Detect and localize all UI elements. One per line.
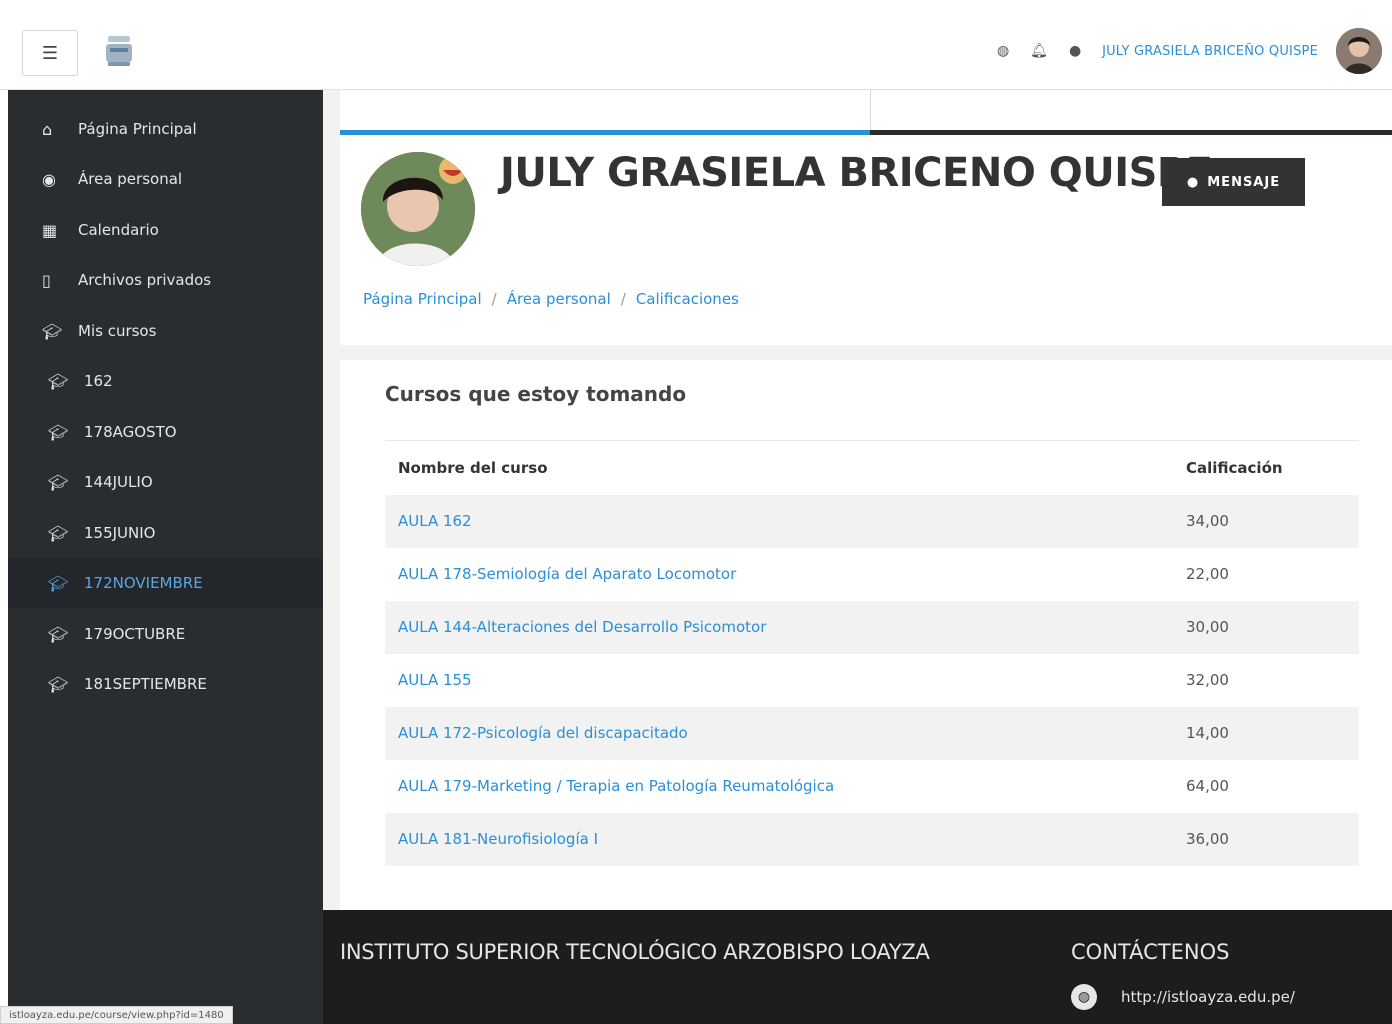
course-link[interactable]: AULA 144-Alteraciones del Desarrollo Psi… [385, 600, 1173, 654]
sidebar-item-label: Área personal [78, 170, 183, 188]
sidebar-item-label: 162 [84, 372, 113, 390]
graduation-cap-icon: 🎓︎ [48, 573, 69, 593]
sidebar-item-course-144julio[interactable]: 🎓︎ 144JULIO [8, 457, 323, 507]
breadcrumb-separator: / [620, 290, 626, 308]
sidebar-item-label: Calendario [78, 221, 159, 239]
course-link[interactable]: AULA 181-Neurofisiología I [385, 812, 1173, 866]
sidebar-item-label: Mis cursos [78, 322, 157, 340]
graduation-cap-icon: 🎓︎ [48, 472, 69, 492]
sidebar-item-pagina-principal[interactable]: ⌂ Página Principal [8, 104, 323, 154]
graduation-cap-icon: 🎓︎ [48, 422, 69, 442]
dashboard-icon: ◉ [42, 169, 56, 189]
graduation-cap-icon: 🎓︎ [48, 624, 69, 644]
table-row: AULA 181-Neurofisiología I 36,00 [385, 812, 1359, 866]
sidebar-item-label: Archivos privados [78, 271, 212, 289]
top-navbar: ☰ ◍ 🔔︎ ● JULY GRASIELA BRICEÑO QUISPE [0, 0, 1392, 90]
footer-contact-title: CONTÁCTENOS [1071, 940, 1230, 964]
navbar-user-area: ◍ 🔔︎ ● JULY GRASIELA BRICEÑO QUISPE [994, 26, 1382, 76]
home-icon: ⌂ [42, 119, 53, 139]
graduation-cap-icon: 🎓︎ [42, 321, 63, 341]
grades-card: Cursos que estoy tomando Nombre del curs… [340, 360, 1392, 910]
graduation-cap-icon: 🎓︎ [48, 371, 69, 391]
breadcrumb-item-pagina-principal[interactable]: Página Principal [363, 290, 482, 308]
message-button-label: MENSAJE [1207, 174, 1281, 190]
grade-value: 32,00 [1186, 671, 1229, 689]
footer-institution-name: INSTITUTO SUPERIOR TECNOLÓGICO ARZOBISPO… [340, 940, 930, 964]
course-link[interactable]: AULA 162 [385, 494, 1173, 548]
table-row: AULA 162 34,00 [385, 494, 1359, 548]
grade-value: 64,00 [1186, 777, 1229, 795]
site-logo[interactable] [102, 32, 136, 72]
browser-status-bar: istloayza.edu.pe/course/view.php?id=1480 [0, 1006, 233, 1024]
course-link[interactable]: AULA 178-Semiología del Aparato Locomoto… [385, 548, 1173, 601]
globe-icon[interactable]: ◍ [994, 43, 1012, 59]
table-row: AULA 179-Marketing / Terapia en Patologí… [385, 760, 1359, 813]
sidebar-item-course-155junio[interactable]: 🎓︎ 155JUNIO [8, 508, 323, 558]
sidebar-item-label: 181SEPTIEMBRE [84, 675, 207, 693]
graduation-cap-icon: 🎓︎ [48, 523, 69, 543]
profile-picture[interactable] [361, 152, 475, 266]
sidebar-item-course-181septiembre[interactable]: 🎓︎ 181SEPTIEMBRE [8, 659, 323, 709]
sidebar-item-area-personal[interactable]: ◉ Área personal [8, 154, 323, 204]
page-footer: INSTITUTO SUPERIOR TECNOLÓGICO ARZOBISPO… [323, 910, 1392, 1024]
sidebar-item-label: 179OCTUBRE [84, 625, 186, 643]
table-row: AULA 178-Semiología del Aparato Locomoto… [385, 548, 1359, 601]
footer-website-text[interactable]: http://istloayza.edu.pe/ [1121, 988, 1295, 1006]
grades-table: Nombre del curso Calificación AULA 162 3… [385, 440, 1359, 866]
sidebar-item-label: 178AGOSTO [84, 423, 177, 441]
sidebar-item-mis-cursos[interactable]: 🎓︎ Mis cursos [8, 306, 323, 356]
grade-value: 22,00 [1186, 565, 1229, 583]
menu-toggle-button[interactable]: ☰ [22, 30, 78, 76]
sidebar-item-calendario[interactable]: ▦ Calendario [8, 205, 323, 255]
sidebar-item-label: 144JULIO [84, 473, 153, 491]
tab-divider [870, 90, 871, 130]
bell-icon[interactable]: 🔔︎ [1030, 43, 1048, 59]
sidebar-item-course-162[interactable]: 🎓︎ 162 [8, 356, 323, 406]
sidebar-item-label: Página Principal [78, 120, 197, 138]
table-row: AULA 144-Alteraciones del Desarrollo Psi… [385, 600, 1359, 654]
sidebar-item-course-179octubre[interactable]: 🎓︎ 179OCTUBRE [8, 609, 323, 659]
breadcrumb-separator: / [491, 290, 497, 308]
message-button[interactable]: ● MENSAJE [1162, 158, 1305, 206]
sidebar-item-course-172noviembre[interactable]: 🎓︎ 172NOVIEMBRE [8, 558, 323, 608]
course-link[interactable]: AULA 179-Marketing / Terapia en Patologí… [385, 760, 1173, 813]
hamburger-icon: ☰ [41, 42, 59, 64]
column-header-grade: Calificación [1173, 440, 1359, 495]
comment-icon[interactable]: ● [1066, 43, 1084, 59]
file-icon: ▯ [42, 270, 51, 290]
table-row: AULA 155 32,00 [385, 654, 1359, 707]
table-header-row: Nombre del curso Calificación [385, 440, 1359, 495]
comment-icon: ● [1186, 174, 1200, 190]
table-row: AULA 172-Psicología del discapacitado 14… [385, 706, 1359, 760]
course-link[interactable]: AULA 155 [385, 654, 1173, 707]
sidebar-item-archivos-privados[interactable]: ▯ Archivos privados [8, 255, 323, 305]
column-header-course: Nombre del curso [385, 440, 1173, 495]
header-bar-accent [340, 130, 870, 135]
grade-value: 36,00 [1173, 812, 1359, 866]
status-url: istloayza.edu.pe/course/view.php?id=1480 [9, 1009, 224, 1021]
user-avatar[interactable] [1336, 28, 1382, 74]
sidebar-item-label: 155JUNIO [84, 524, 156, 542]
section-title: Cursos que estoy tomando [385, 382, 687, 406]
user-menu-name[interactable]: JULY GRASIELA BRICEÑO QUISPE [1102, 44, 1318, 59]
grade-value: 30,00 [1173, 600, 1359, 654]
breadcrumb: Página Principal / Área personal / Calif… [363, 290, 739, 308]
breadcrumb-item-area-personal[interactable]: Área personal [507, 290, 611, 308]
footer-website-link[interactable]: ◍ http://istloayza.edu.pe/ [1071, 984, 1295, 1010]
grade-value: 14,00 [1173, 706, 1359, 760]
page-title: JULY GRASIELA BRICENO QUISPE [500, 150, 1213, 196]
main-region: JULY GRASIELA BRICENO QUISPE ● MENSAJE P… [323, 90, 1392, 910]
course-link[interactable]: AULA 172-Psicología del discapacitado [385, 706, 1173, 760]
calendar-icon: ▦ [42, 220, 58, 240]
breadcrumb-item-calificaciones[interactable]: Calificaciones [636, 290, 739, 308]
grade-value: 34,00 [1173, 494, 1359, 548]
sidebar-item-label: 172NOVIEMBRE [84, 574, 203, 592]
sidebar-item-course-178agosto[interactable]: 🎓︎ 178AGOSTO [8, 407, 323, 457]
graduation-cap-icon: 🎓︎ [48, 674, 69, 694]
globe-icon: ◍ [1071, 984, 1097, 1010]
sidebar-nav: ⌂ Página Principal ◉ Área personal ▦ Cal… [8, 90, 323, 1024]
page-header: JULY GRASIELA BRICENO QUISPE ● MENSAJE P… [340, 90, 1392, 345]
